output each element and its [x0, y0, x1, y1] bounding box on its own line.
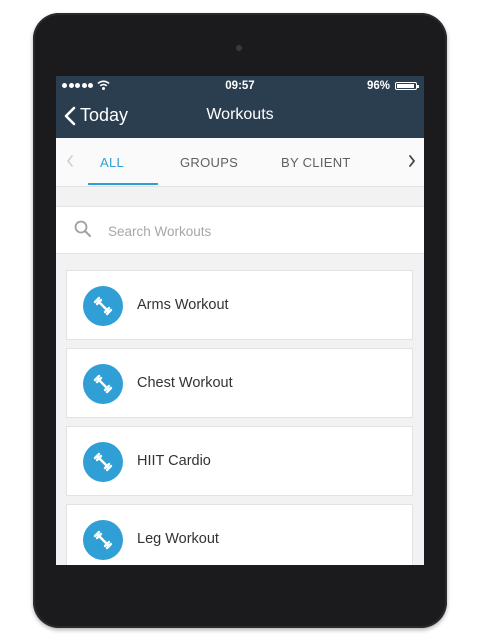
search-bar: [56, 206, 424, 254]
list-item[interactable]: Arms Workout: [66, 270, 413, 340]
active-tab-indicator: [88, 183, 158, 185]
tab-by-client[interactable]: BY CLIENT: [281, 155, 351, 170]
battery-percentage: 96%: [366, 80, 390, 92]
dumbbell-icon: [83, 364, 123, 404]
tab-all[interactable]: ALL: [100, 155, 124, 170]
workout-name: Chest Workout: [137, 375, 233, 391]
battery-icon: [395, 82, 419, 90]
dumbbell-icon: [83, 442, 123, 482]
app-screen: 09:57 96% Today Workouts ALL GROUPS BY C…: [56, 76, 424, 565]
search-icon: [74, 220, 91, 237]
chevron-right-icon[interactable]: [408, 154, 416, 168]
status-bar: 09:57 96%: [56, 76, 424, 96]
workout-name: Arms Workout: [137, 297, 229, 313]
dumbbell-icon: [83, 520, 123, 560]
list-item[interactable]: HIIT Cardio: [66, 426, 413, 496]
tab-groups[interactable]: GROUPS: [180, 155, 238, 170]
back-button[interactable]: Today: [64, 105, 128, 126]
chevron-left-icon[interactable]: [66, 154, 74, 168]
navigation-bar: Today Workouts: [56, 96, 424, 138]
list-item[interactable]: Chest Workout: [66, 348, 413, 418]
dumbbell-icon: [83, 286, 123, 326]
workout-name: Leg Workout: [137, 531, 219, 547]
list-item[interactable]: Leg Workout: [66, 504, 413, 565]
workout-name: HIIT Cardio: [137, 453, 211, 469]
chevron-left-icon: [64, 106, 76, 125]
tab-bar: ALL GROUPS BY CLIENT: [56, 138, 424, 187]
back-button-label: Today: [80, 105, 129, 125]
workout-list: Arms Workout Chest Workout HIIT Cardio L…: [66, 270, 413, 565]
front-camera: [236, 45, 242, 51]
search-input[interactable]: [106, 219, 410, 243]
tablet-device: 09:57 96% Today Workouts ALL GROUPS BY C…: [33, 13, 447, 628]
